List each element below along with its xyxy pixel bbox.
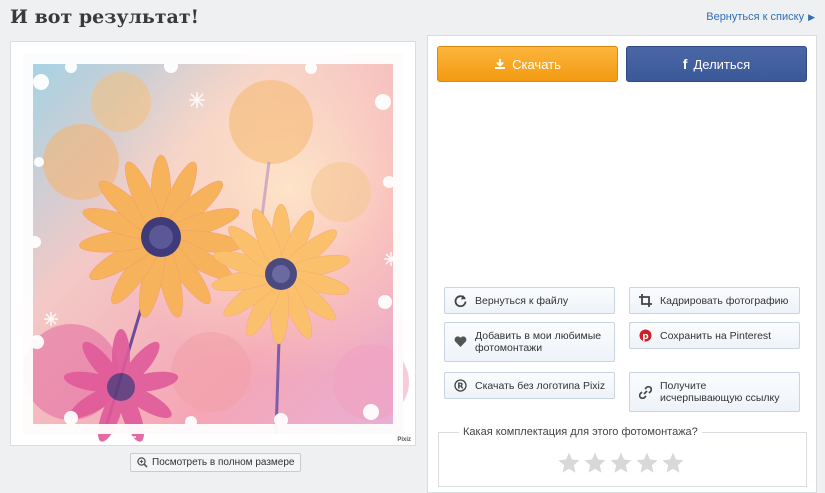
- heart-icon: [453, 335, 467, 349]
- star-icon[interactable]: [583, 451, 607, 475]
- crop-photo-label: Кадрировать фотографию: [660, 294, 789, 307]
- star-icon[interactable]: [557, 451, 581, 475]
- pixiz-watermark: Pixiz: [397, 437, 411, 443]
- share-button[interactable]: f Делиться: [626, 46, 807, 82]
- refresh-icon: [453, 294, 467, 308]
- star-icon[interactable]: [661, 451, 685, 475]
- actions-panel: Скачать f Делиться Вернуться к файлу Кад…: [427, 35, 817, 493]
- download-label: Скачать: [512, 56, 561, 72]
- save-pinterest-label: Сохранить на Pinterest: [660, 329, 772, 342]
- back-to-list-link[interactable]: Вернуться к списку ▶: [706, 11, 815, 23]
- get-link-label: Получите исчерпывающую ссылку: [660, 380, 780, 404]
- svg-text:R: R: [457, 382, 463, 391]
- svg-text:p: p: [642, 332, 649, 342]
- crop-photo-button[interactable]: Кадрировать фотографию: [629, 287, 800, 314]
- download-no-logo-button[interactable]: R Скачать без логотипа Pixiz: [444, 372, 615, 399]
- view-fullsize-label: Посмотреть в полном размере: [152, 457, 295, 468]
- registered-icon: R: [453, 379, 467, 393]
- view-fullsize-button[interactable]: Посмотреть в полном размере: [130, 453, 302, 472]
- save-pinterest-button[interactable]: p Сохранить на Pinterest: [629, 322, 800, 349]
- share-label: Делиться: [693, 56, 751, 72]
- download-button[interactable]: Скачать: [437, 46, 618, 82]
- rating-question: Какая комплектация для этого фотомонтажа…: [459, 426, 702, 438]
- crop-icon: [638, 294, 652, 308]
- star-icon[interactable]: [609, 451, 633, 475]
- back-to-file-button[interactable]: Вернуться к файлу: [444, 287, 615, 314]
- star-icon[interactable]: [635, 451, 659, 475]
- add-favorites-button[interactable]: Добавить в мои любимые фотомонтажи: [444, 322, 615, 362]
- get-link-button[interactable]: Получите исчерпывающую ссылку: [629, 372, 800, 412]
- back-to-list-label: Вернуться к списку: [706, 11, 805, 23]
- play-arrow-icon: ▶: [808, 11, 815, 22]
- star-rating: [557, 451, 685, 475]
- download-no-logo-label: Скачать без логотипа Pixiz: [475, 379, 606, 392]
- add-favorites-label: Добавить в мои любимые фотомонтажи: [475, 330, 602, 354]
- rating-box: Какая комплектация для этого фотомонтажа…: [438, 426, 807, 487]
- page-title: И вот результат!: [10, 6, 199, 28]
- download-icon: [495, 59, 506, 69]
- back-to-file-label: Вернуться к файлу: [475, 294, 569, 307]
- facebook-icon: f: [682, 56, 688, 72]
- link-icon: [638, 385, 652, 399]
- result-photo[interactable]: Pixiz: [10, 41, 416, 446]
- zoom-in-icon: [137, 457, 148, 468]
- pinterest-icon: p: [638, 329, 652, 343]
- flower-photo-image: [11, 42, 415, 445]
